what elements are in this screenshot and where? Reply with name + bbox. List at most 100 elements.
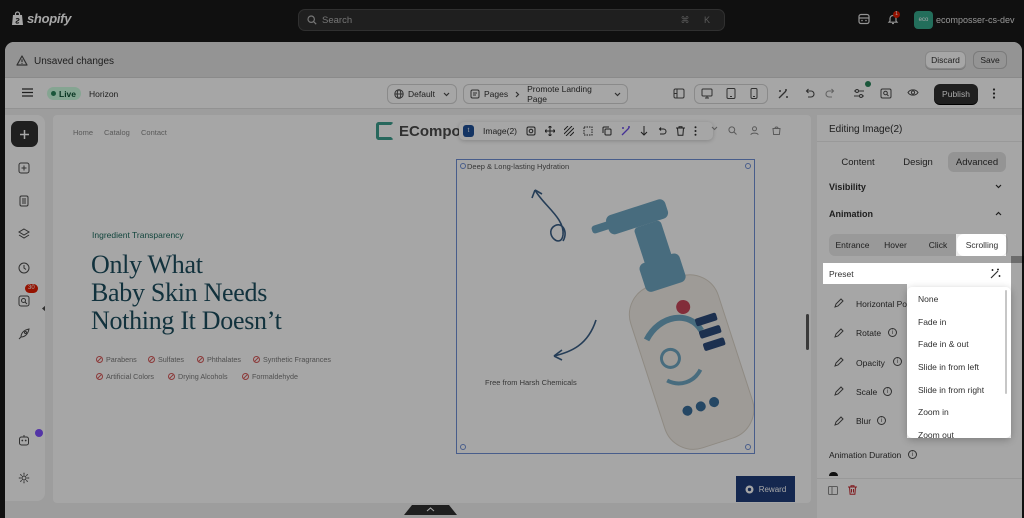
clock-icon[interactable] [18,262,30,274]
settings-sliders-icon[interactable] [853,88,865,99]
publish-button[interactable]: Publish [934,84,978,104]
nav-link-home[interactable]: Home [73,128,93,137]
chevron-down-icon [614,92,621,97]
tab-advanced[interactable]: Advanced [948,152,1006,172]
rocket-icon[interactable] [18,328,30,340]
stack-icon[interactable] [18,228,30,240]
store-name[interactable]: ecomposser-cs-dev [936,15,1015,25]
unsaved-changes-bar [5,42,1022,78]
sections-icon[interactable] [18,162,30,174]
store-avatar[interactable]: eco [914,11,933,29]
gear-icon[interactable] [18,472,30,484]
columns-icon[interactable] [828,486,838,495]
locale-value: Default [408,89,435,99]
brand-text: ECompo [399,122,461,140]
move-icon[interactable] [545,126,556,136]
dim-overlay [1011,263,1024,438]
robot-icon[interactable] [18,434,30,446]
resize-handle[interactable] [460,163,466,169]
search-shortcut: ⌘ K [680,14,716,25]
shopify-logo[interactable]: shopify [11,11,71,26]
preset-option-fade-in[interactable]: Fade in [918,317,946,327]
slider-thumb[interactable] [829,472,838,476]
preset-option-fade-in-out[interactable]: Fade in & out [918,339,969,349]
canvas-scrollbar[interactable] [806,314,809,350]
magic-icon[interactable] [777,88,789,100]
layout-toggle-icon[interactable] [673,88,685,99]
cart-icon[interactable] [772,126,781,135]
arrow-down-icon[interactable] [640,126,648,136]
more-vertical-icon[interactable] [992,88,996,99]
element-toolbar: t Image(2) [459,122,713,140]
divider [817,141,1022,142]
undo-icon[interactable] [804,88,815,98]
store-icon[interactable] [858,13,870,25]
mobile-icon[interactable] [750,88,758,99]
resize-handle[interactable] [745,444,751,450]
no-icon [197,356,204,363]
reward-button[interactable]: Reward [736,476,795,502]
trash-icon[interactable] [676,126,686,136]
chevron-down-icon[interactable] [711,126,718,131]
warning-icon [16,55,28,66]
notification-badge: 1 [893,11,900,18]
chevron-down-icon[interactable] [995,184,1002,189]
nav-link-contact[interactable]: Contact [141,128,167,137]
preset-option-slide-in-left[interactable]: Slide in from left [918,362,979,372]
page-select[interactable]: Pages Promote Landing Page [463,84,628,104]
reset-icon[interactable] [657,126,667,136]
preset-option-zoom-out[interactable]: Zoom out [918,430,954,438]
eye-icon[interactable] [907,88,919,97]
menu-icon[interactable] [22,88,33,97]
tab-content[interactable]: Content [829,152,887,172]
anim-tab-scrolling[interactable]: Scrolling [959,236,1005,254]
nav-link-catalog[interactable]: Catalog [104,128,130,137]
tab-design[interactable]: Design [889,152,947,172]
store-brand-logo[interactable]: ECompo [376,122,461,140]
layers-list-icon[interactable] [18,195,30,207]
crop-icon[interactable] [583,126,593,136]
ingredient-chip: Phthalates [197,355,241,364]
selected-image-outline[interactable] [456,159,755,454]
element-type-tag[interactable]: t [463,125,474,137]
chevron-up-icon[interactable] [995,211,1002,216]
animation-section-label[interactable]: Animation [829,209,873,219]
duplicate-icon[interactable] [602,126,612,136]
resize-handle[interactable] [745,163,751,169]
preset-option-slide-in-right[interactable]: Slide in from right [918,385,984,395]
add-section-button[interactable] [11,121,38,147]
locale-select[interactable]: Default [387,84,457,104]
ingredient-chip: Artificial Colors [96,372,154,381]
discard-button[interactable]: Discard [925,51,966,69]
desktop-icon[interactable] [701,88,713,99]
page-icon [470,89,480,99]
element-name[interactable]: Image(2) [483,126,517,136]
header-search-icon[interactable] [728,126,737,135]
search-input[interactable]: Search ⌘ K [298,9,725,31]
preset-option-none[interactable]: None [918,294,938,304]
ai-magic-icon[interactable] [621,126,631,136]
theme-name: Horizon [89,89,119,99]
resize-handle[interactable] [460,444,466,450]
account-icon[interactable] [750,126,759,135]
preset-option-zoom-in[interactable]: Zoom in [918,407,949,417]
preview-search-icon[interactable] [880,88,892,99]
info-icon[interactable]: i [908,450,917,459]
delete-icon[interactable] [848,485,857,495]
more-vertical-icon[interactable] [694,126,697,136]
live-dot-icon [51,91,56,96]
reward-star-icon [745,485,754,494]
chip-label: Artificial Colors [106,372,154,381]
chip-label: Synthetic Fragrances [263,355,331,364]
save-button[interactable]: Save [973,51,1007,69]
magic-wand-icon[interactable] [990,268,1001,279]
dropdown-scrollbar[interactable] [1005,290,1007,394]
redo-icon[interactable] [825,88,836,98]
chevron-down-icon [443,92,450,97]
image-replace-icon[interactable] [526,126,536,136]
pattern-icon[interactable] [564,126,575,136]
search-analytics-icon[interactable] [18,295,30,307]
tablet-icon[interactable] [726,88,736,99]
bottom-drawer-handle[interactable] [404,503,457,515]
visibility-section-label[interactable]: Visibility [829,182,866,192]
